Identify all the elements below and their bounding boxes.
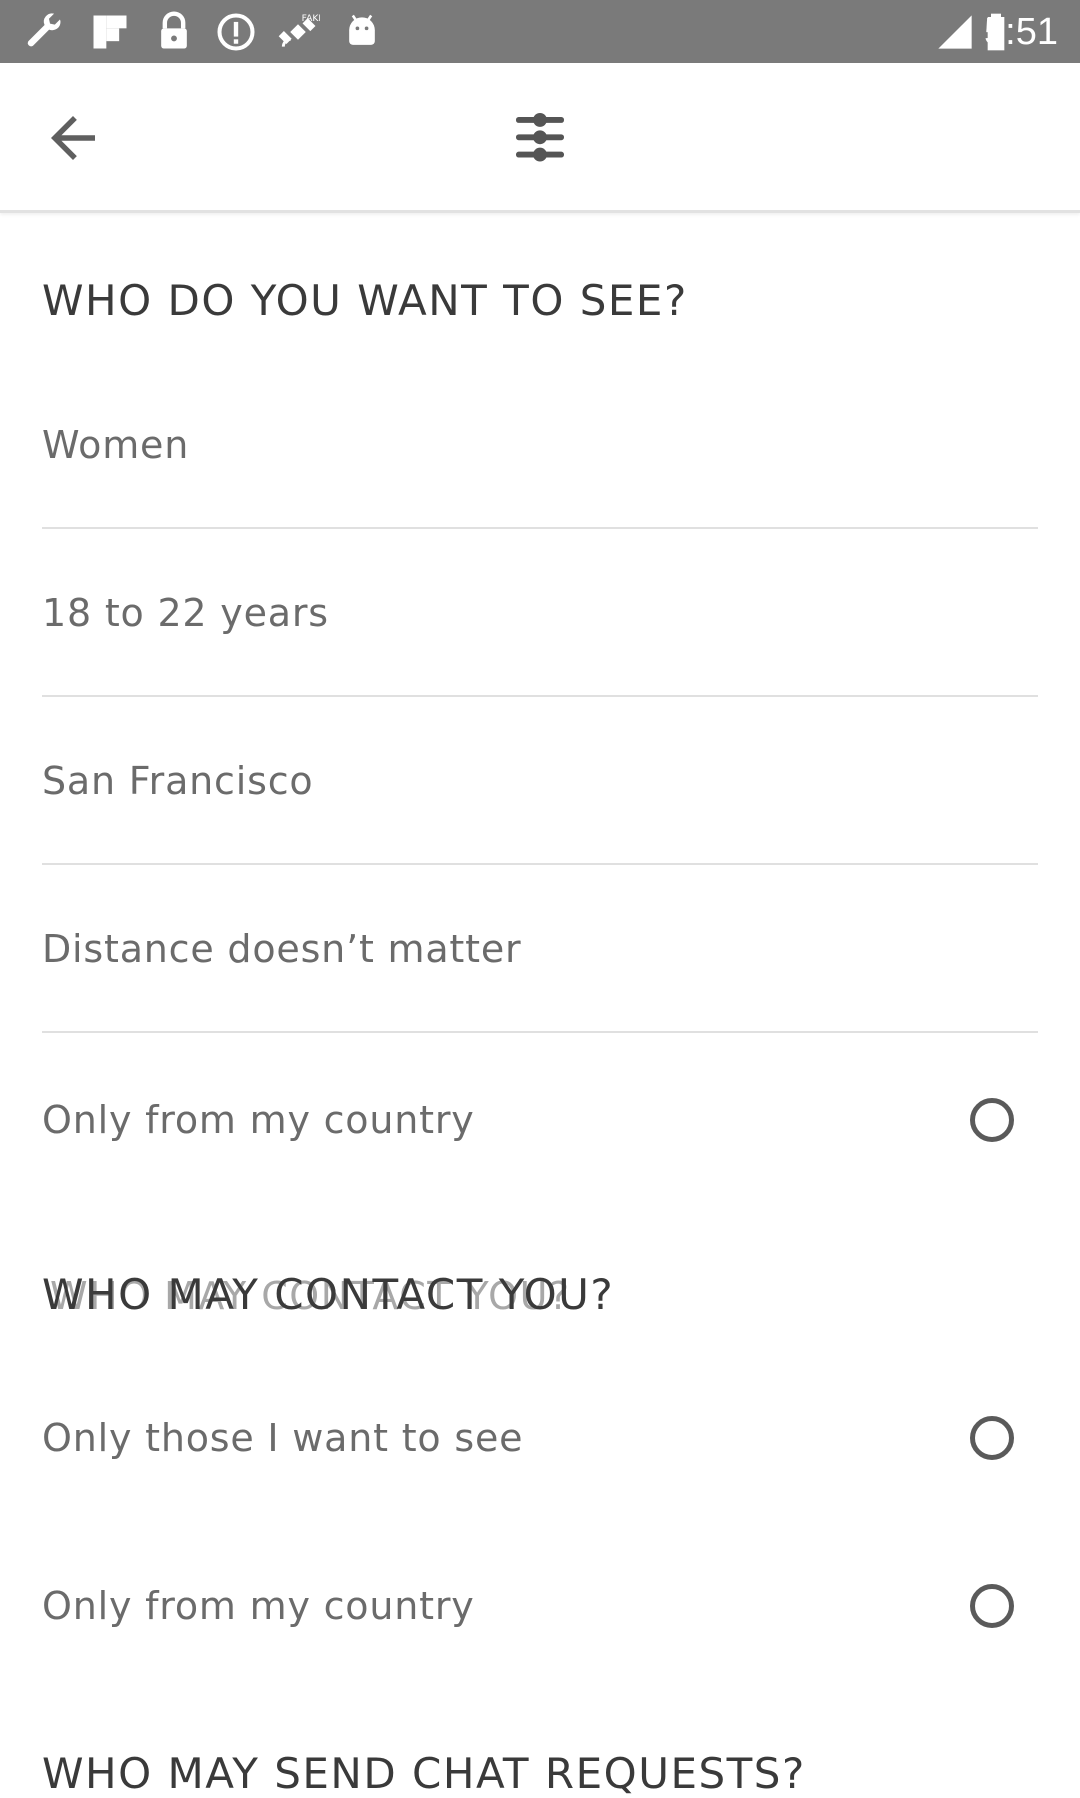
- row-location[interactable]: San Francisco: [42, 697, 1038, 865]
- row-age-range-label: 18 to 22 years: [42, 591, 329, 635]
- row-contact-only-my-country-label: Only from my country: [42, 1584, 475, 1628]
- row-gender-label: Women: [42, 423, 190, 467]
- row-see-only-my-country-label: Only from my country: [42, 1098, 475, 1142]
- row-contact-only-those-i-see[interactable]: Only those I want to see: [42, 1354, 1038, 1522]
- contact-only-my-country-radio[interactable]: [970, 1584, 1014, 1628]
- row-location-label: San Francisco: [42, 759, 314, 803]
- row-age-range[interactable]: 18 to 22 years: [42, 529, 1038, 697]
- signal-icon: [938, 15, 972, 49]
- flipboard-icon: [93, 15, 127, 49]
- row-gender[interactable]: Women: [42, 361, 1038, 529]
- fake-gps-satellite-icon: FAKE: [278, 13, 320, 47]
- section-heading-contact: WHO MAY CONTACT YOU?: [42, 1270, 615, 1319]
- lock-icon: [161, 11, 187, 49]
- svg-text:FAKE: FAKE: [302, 13, 320, 24]
- status-bar: FAKE 5:51: [0, 0, 1080, 63]
- contact-only-those-i-see-radio[interactable]: [970, 1416, 1014, 1460]
- row-distance-label: Distance doesn’t matter: [42, 927, 522, 971]
- row-contact-only-those-i-see-label: Only those I want to see: [42, 1416, 524, 1460]
- row-distance[interactable]: Distance doesn’t matter: [42, 865, 1038, 1033]
- status-time: 5:51: [984, 11, 1058, 53]
- circle-alert-icon: [217, 13, 255, 51]
- row-see-only-my-country[interactable]: Only from my country: [42, 1036, 1038, 1204]
- filter-sliders-icon: [516, 113, 564, 162]
- section-heading-chat: WHO MAY SEND CHAT REQUESTS?: [42, 1749, 806, 1798]
- android-icon: [349, 14, 375, 45]
- wrench-icon: [27, 13, 61, 47]
- app-bar: [0, 63, 1080, 213]
- row-contact-only-my-country[interactable]: Only from my country: [42, 1522, 1038, 1690]
- back-button[interactable]: [40, 105, 106, 171]
- section-heading-see: WHO DO YOU WANT TO SEE?: [42, 276, 688, 325]
- see-only-my-country-radio[interactable]: [970, 1098, 1014, 1142]
- divider: [42, 1031, 1038, 1033]
